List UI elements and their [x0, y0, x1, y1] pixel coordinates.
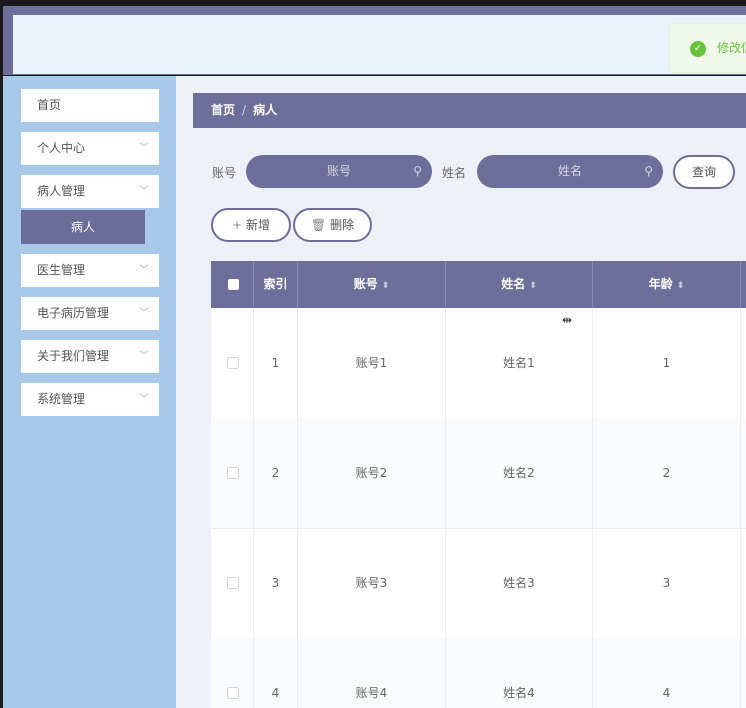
cell-account: 账号1	[298, 308, 446, 418]
sidebar-item-system-management[interactable]: 系统管理 ﹀	[21, 383, 159, 416]
account-placeholder: 账号	[326, 164, 351, 178]
check-circle-icon: ✓	[690, 41, 706, 57]
table-row[interactable]: 4 账号4 姓名4 4	[211, 638, 746, 708]
cell-age: 2	[593, 418, 741, 528]
column-header-label: 索引	[263, 277, 288, 291]
sidebar-item-personal-center[interactable]: 个人中心 ﹀	[21, 132, 159, 165]
add-button[interactable]: + 新增	[211, 208, 291, 242]
sidebar-item-label: 电子病历管理	[37, 306, 110, 320]
sidebar-item-label: 个人中心	[37, 141, 86, 155]
breadcrumb-home[interactable]: 首页	[211, 103, 235, 117]
header-bar	[13, 15, 746, 74]
cell-index: 2	[254, 418, 298, 528]
cell-account: 账号4	[298, 638, 446, 708]
chevron-down-icon: ﹀	[139, 394, 149, 405]
name-placeholder: 姓名	[557, 164, 582, 178]
table-row[interactable]: 1 账号1 姓名1 1	[211, 308, 746, 419]
row-select-cell	[211, 308, 254, 418]
delete-button[interactable]: 🗑 删除	[293, 208, 372, 242]
query-button[interactable]: 查询	[673, 155, 735, 189]
sidebar-subitem-patient[interactable]: 病人	[21, 210, 145, 244]
sidebar-item-label: 首页	[37, 98, 62, 112]
search-icon: ⚲	[413, 164, 422, 178]
name-label: 姓名	[442, 166, 467, 180]
add-button-label: 新增	[246, 218, 271, 232]
row-checkbox[interactable]	[227, 357, 239, 369]
cell-index: 1	[254, 308, 298, 418]
cell-age: 4	[593, 638, 741, 708]
plus-icon: +	[231, 218, 243, 232]
breadcrumb-separator: /	[242, 103, 247, 117]
row-checkbox[interactable]	[227, 687, 239, 699]
row-checkbox[interactable]	[227, 577, 239, 589]
sort-icon[interactable]: ⬍	[529, 281, 537, 291]
sidebar-item-patient-management[interactable]: 病人管理 ﹀	[21, 175, 159, 208]
column-header-index: 索引	[254, 261, 298, 308]
account-search-input[interactable]: 账号 ⚲	[246, 155, 432, 188]
chevron-down-icon: ﹀	[139, 265, 149, 276]
chevron-down-icon: ﹀	[139, 186, 149, 197]
breadcrumb: 首页 / 病人	[193, 93, 746, 128]
cell-age: 1	[593, 308, 741, 418]
patient-table: 索引 账号 ⬍ 姓名 ⬍ 年龄 ⬍ 1 账号1 姓名1 1 2 账号2 姓名2 2	[211, 261, 746, 708]
cell-name: 姓名2	[446, 418, 593, 528]
sidebar: 首页 个人中心 ﹀ 病人管理 ﹀ 病人 医生管理 ﹀ 电子病历管理 ﹀ 关于我们…	[3, 76, 176, 708]
sort-icon[interactable]: ⬍	[382, 281, 390, 291]
chevron-down-icon: ﹀	[139, 351, 149, 362]
cell-index: 4	[254, 638, 298, 708]
sidebar-item-emr-management[interactable]: 电子病历管理 ﹀	[21, 297, 159, 330]
sidebar-item-home[interactable]: 首页	[21, 89, 159, 122]
search-icon: ⚲	[644, 164, 653, 178]
trash-icon: 🗑	[310, 218, 327, 232]
sidebar-item-label: 医生管理	[37, 263, 86, 277]
header-select-all[interactable]	[211, 261, 254, 308]
sidebar-item-doctor-management[interactable]: 医生管理 ﹀	[21, 254, 159, 287]
row-select-cell	[211, 638, 254, 708]
cell-account: 账号2	[298, 418, 446, 528]
row-select-cell	[211, 528, 254, 638]
chevron-down-icon: ﹀	[139, 308, 149, 319]
sort-icon[interactable]: ⬍	[677, 281, 685, 291]
column-header-age[interactable]: 年龄 ⬍	[593, 261, 741, 308]
chevron-down-icon: ﹀	[139, 143, 149, 154]
query-button-label: 查询	[691, 165, 716, 179]
cell-account: 账号3	[298, 528, 446, 638]
column-header-label: 年龄	[648, 277, 673, 291]
select-all-checkbox[interactable]	[228, 279, 239, 290]
sidebar-item-about-management[interactable]: 关于我们管理 ﹀	[21, 340, 159, 373]
top-header	[3, 6, 746, 75]
name-search-input[interactable]: 姓名 ⚲	[477, 155, 663, 188]
column-header-account[interactable]: 账号 ⬍	[298, 261, 446, 308]
toast-message: 修改信	[717, 41, 746, 55]
delete-button-label: 删除	[330, 218, 355, 232]
sidebar-item-label: 关于我们管理	[37, 349, 110, 363]
column-header-label: 姓名	[501, 277, 526, 291]
column-header-label: 账号	[353, 277, 378, 291]
success-toast: ✓ 修改信	[669, 23, 746, 73]
cell-name: 姓名4	[446, 638, 593, 708]
column-header-name[interactable]: 姓名 ⬍	[446, 261, 593, 308]
cell-name: 姓名3	[446, 528, 593, 638]
account-label: 账号	[212, 166, 237, 180]
table-header: 索引 账号 ⬍ 姓名 ⬍ 年龄 ⬍	[211, 261, 746, 308]
column-resize-cursor-icon: ⇹	[562, 313, 573, 327]
cell-index: 3	[254, 528, 298, 638]
breadcrumb-current: 病人	[253, 103, 278, 117]
cell-age: 3	[593, 528, 741, 638]
row-checkbox[interactable]	[227, 467, 239, 479]
main-content: 首页 / 病人 账号 账号 ⚲ 姓名 姓名 ⚲ 查询 + 新增 🗑 删除 索引 账号 ⬍	[176, 76, 746, 708]
sidebar-item-label: 系统管理	[37, 392, 86, 406]
table-row[interactable]: 2 账号2 姓名2 2	[211, 418, 746, 529]
row-select-cell	[211, 418, 254, 528]
table-row[interactable]: 3 账号3 姓名3 3	[211, 528, 746, 639]
sidebar-item-label: 病人管理	[37, 184, 86, 198]
